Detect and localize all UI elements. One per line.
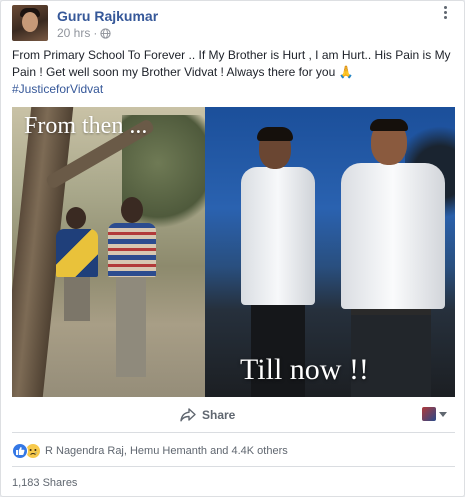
globe-icon[interactable] xyxy=(100,27,111,39)
action-bar: Share xyxy=(12,399,455,431)
avatar-face xyxy=(22,12,38,32)
pray-emoji-icon: 🙏 xyxy=(338,65,354,79)
more-options-icon[interactable] xyxy=(438,5,452,21)
post-time[interactable]: 20 hrs xyxy=(57,26,90,40)
divider xyxy=(12,466,455,467)
post-card: Guru Rajkumar 20 hrs · From Primary Scho… xyxy=(0,0,465,497)
chevron-down-icon xyxy=(439,411,447,417)
caption-now: Till now !! xyxy=(240,353,369,386)
share-label: Share xyxy=(202,408,236,422)
photo-childhood xyxy=(12,107,205,397)
share-icon xyxy=(180,408,196,422)
post-header: Guru Rajkumar 20 hrs · xyxy=(12,5,452,41)
post-meta: 20 hrs · xyxy=(57,26,111,40)
reactions-summary[interactable]: R Nagendra Raj, Hemu Hemanth and 4.4K ot… xyxy=(12,442,288,460)
page-switcher[interactable] xyxy=(422,407,447,421)
post-text-line1: From Primary School To Forever .. If My … xyxy=(12,48,432,62)
share-button[interactable]: Share xyxy=(180,405,235,425)
author-name[interactable]: Guru Rajkumar xyxy=(57,8,158,24)
author-avatar[interactable] xyxy=(12,5,48,41)
child-figure-1 xyxy=(52,207,100,327)
hashtag-link[interactable]: #JusticeforVidvat xyxy=(12,82,103,96)
post-photo[interactable]: From then ... Till now !! xyxy=(12,107,455,397)
caption-then: From then ... xyxy=(24,113,148,139)
shares-count[interactable]: 1,183 Shares xyxy=(12,477,77,489)
reactors-text[interactable]: R Nagendra Raj, Hemu Hemanth and 4.4K ot… xyxy=(45,445,288,457)
child-figure-2 xyxy=(104,197,160,387)
page-avatar-icon xyxy=(422,407,436,421)
divider xyxy=(12,432,455,433)
post-text: From Primary School To Forever .. If My … xyxy=(12,47,457,98)
meta-dot: · xyxy=(93,26,98,40)
like-icon xyxy=(12,443,28,459)
